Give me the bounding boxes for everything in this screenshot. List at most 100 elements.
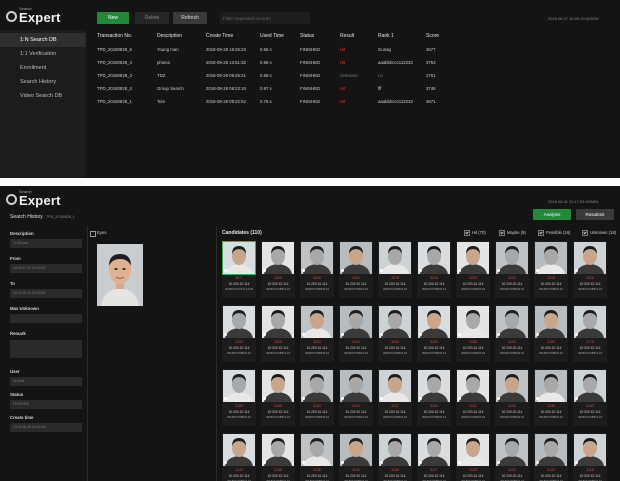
candidate-card[interactable]: 3169 10.200.10.114 2018072708542.10 [222, 369, 256, 426]
candidate-card[interactable]: 3157 10.200.10.114 2018072708542.10 [378, 369, 412, 426]
candidate-face [301, 370, 333, 402]
candidate-card[interactable]: 3118 10.200.10.114 2018072708542.10 [573, 433, 607, 481]
candidate-card[interactable]: 3278 10.200.10.114 2018072708542.10 [378, 241, 412, 298]
candidate-ip: 10.200.10.114 [267, 410, 289, 414]
analysis-button[interactable]: Analysis [533, 209, 571, 220]
col-status[interactable]: Status [300, 33, 314, 39]
candidate-card[interactable]: 3127 10.200.10.114 2018072708542.10 [417, 433, 451, 481]
candidate-card[interactable]: 3146 10.200.10.114 2018072708542.10 [534, 369, 568, 426]
candidate-score: 3390 [274, 276, 282, 280]
filter-maybe[interactable]: Maybe (9) [499, 230, 526, 236]
filter-maybe-label: Maybe (9) [507, 230, 526, 236]
divider [87, 226, 88, 481]
candidate-card[interactable]: 3132 10.200.10.114 2018072708542.10 [339, 433, 373, 481]
info-icon [575, 333, 578, 336]
filter-input[interactable] [220, 12, 310, 24]
candidate-card[interactable]: 3225 10.200.10.114 2018072708542.10 [456, 241, 490, 298]
col-description[interactable]: Description [157, 33, 182, 39]
candidate-card[interactable]: 3122 10.200.10.114 2018072708542.10 [495, 433, 529, 481]
candidate-card[interactable]: 3149 10.200.10.114 2018072708542.10 [495, 369, 529, 426]
candidate-card[interactable]: 3671 10.200.10.114 2018072707211.24.08 [222, 241, 256, 298]
cell-score: 3753 [426, 60, 436, 65]
candidate-card[interactable]: 3189 10.200.10.114 2018072708542.10 [417, 305, 451, 362]
breadcrumb-title[interactable]: Search History [10, 214, 43, 220]
candidate-card[interactable]: 3154 10.200.10.114 2018072708542.10 [417, 369, 451, 426]
candidate-card[interactable]: 3152 10.200.10.114 2018072708542.10 [456, 369, 490, 426]
resubmit-button[interactable]: Resubmit [576, 209, 614, 220]
to-field[interactable]: 2018-08-28 23:59:59 [10, 289, 82, 298]
sidebar-item-search-history[interactable]: Search History [0, 75, 86, 89]
sidebar-item-video-search[interactable]: Video Search DB [0, 89, 86, 103]
session-timestamp: 2018.08.31 11:17:53 ADMIN [548, 199, 599, 204]
candidate-score: 3205 [274, 340, 282, 344]
candidate-ip: 10.200.10.114 [267, 282, 289, 286]
filter-possible[interactable]: Possible (16) [538, 230, 570, 236]
col-score[interactable]: Score [426, 33, 439, 39]
sidebar-item-1-1-verification[interactable]: 1:1 Verification [0, 47, 86, 61]
candidate-ip: 10.200.10.114 [345, 282, 367, 286]
remark-field[interactable] [10, 340, 82, 358]
candidate-card[interactable]: 3222 10.200.10.114 2018072708542.10 [495, 241, 529, 298]
candidate-face [223, 434, 255, 466]
candidate-card[interactable]: 3135 10.200.10.114 2018072708542.10 [300, 433, 334, 481]
candidate-card[interactable]: 3238 10.200.10.114 2018072708542.10 [417, 241, 451, 298]
candidate-card[interactable]: 3218 10.200.10.114 2018072708542.10 [534, 241, 568, 298]
candidate-card[interactable]: 3175 10.200.10.114 2018072708542.10 [573, 305, 607, 362]
check-icon [499, 230, 505, 236]
sidebar-item-enrollment[interactable]: Enrollment [0, 61, 86, 75]
candidate-ip: 10.200.10.114 [384, 282, 406, 286]
max-unknown-field[interactable] [10, 314, 82, 323]
description-field[interactable]: To Bruma [10, 239, 82, 248]
candidate-card[interactable]: 3143 10.200.10.114 2018072708542.10 [573, 369, 607, 426]
refresh-button[interactable]: Refresh [173, 12, 207, 24]
col-result[interactable]: Result [340, 33, 354, 39]
new-button[interactable]: New [97, 12, 129, 24]
candidate-time: 2018072708542.10 [382, 351, 408, 355]
candidate-card[interactable]: 3205 10.200.10.114 2018072708542.10 [261, 305, 295, 362]
candidate-score: 3122 [508, 468, 516, 472]
delete-button[interactable]: Delete [135, 12, 169, 24]
candidate-card[interactable]: 3165 10.200.10.114 2018072708542.10 [261, 369, 295, 426]
candidate-card[interactable]: 3163 10.200.10.114 2018072708542.10 [300, 369, 334, 426]
candidate-time: 2018072708542.10 [460, 351, 486, 355]
filter-hit[interactable]: Hit (70) [464, 230, 486, 236]
candidate-card[interactable]: 3202 10.200.10.114 2018072708542.10 [339, 305, 373, 362]
from-field[interactable]: 2018-07-25 00:00:00 [10, 264, 82, 273]
eyes-checkbox[interactable] [90, 231, 96, 237]
candidate-card[interactable]: 3282 10.200.10.114 2018072708542.10 [339, 241, 373, 298]
sidebar-item-label: Video Search DB [20, 93, 63, 99]
candidate-card[interactable]: 3138 10.200.10.114 2018072708542.10 [261, 433, 295, 481]
candidate-card[interactable]: 3318 10.200.10.114 2018072708542.10 [300, 241, 334, 298]
candidate-card[interactable]: 3193 10.200.10.114 2018072708542.10 [378, 305, 412, 362]
info-icon [263, 461, 266, 464]
candidate-card[interactable]: 3209 10.200.10.114 2018072708542.10 [222, 305, 256, 362]
candidate-time: 2018072708542.10 [538, 415, 564, 419]
candidate-card[interactable]: 3390 10.200.10.114 2018072708542.10 [261, 241, 295, 298]
candidate-card[interactable]: 3180 10.200.10.114 2018072708542.10 [534, 305, 568, 362]
candidate-card[interactable]: 3216 10.200.10.114 2018072708542.10 [573, 241, 607, 298]
candidate-card[interactable]: 3160 10.200.10.114 2018072708542.10 [339, 369, 373, 426]
col-used-time[interactable]: Used Time [260, 33, 284, 39]
candidate-ip: 10.200.10.114 [462, 346, 484, 350]
info-icon [458, 269, 461, 272]
candidate-time: 2018072708542.10 [343, 415, 369, 419]
col-rank1[interactable]: Rank 1 [378, 33, 394, 39]
filter-unknown[interactable]: Unknown (18) [582, 230, 616, 236]
candidate-face [418, 242, 450, 274]
candidate-card[interactable]: 3130 10.200.10.114 2018072708542.10 [378, 433, 412, 481]
cell-rank1: Lo [378, 73, 383, 78]
col-transaction[interactable]: Transaction No. [97, 33, 132, 39]
cell-status: FINISHED [300, 99, 321, 104]
candidate-card[interactable]: 3183 10.200.10.114 2018072708542.10 [495, 305, 529, 362]
candidate-card[interactable]: 3125 10.200.10.114 2018072708542.10 [456, 433, 490, 481]
candidate-card[interactable]: 3204 10.200.10.114 2018072708542.10 [300, 305, 334, 362]
candidate-score: 3183 [508, 340, 516, 344]
candidate-card[interactable]: 3185 10.200.10.114 2018072708542.10 [456, 305, 490, 362]
candidate-card[interactable]: 3120 10.200.10.114 2018072708542.10 [534, 433, 568, 481]
col-create-time[interactable]: Create Time [206, 33, 233, 39]
sidebar-item-1n-search[interactable]: 1:N Search DB [0, 33, 86, 47]
info-icon [224, 333, 227, 336]
candidate-time: 2018072708542.10 [499, 351, 525, 355]
cell-result: Hit [340, 86, 346, 91]
candidate-card[interactable]: 3140 10.200.10.114 2018072708542.10 [222, 433, 256, 481]
